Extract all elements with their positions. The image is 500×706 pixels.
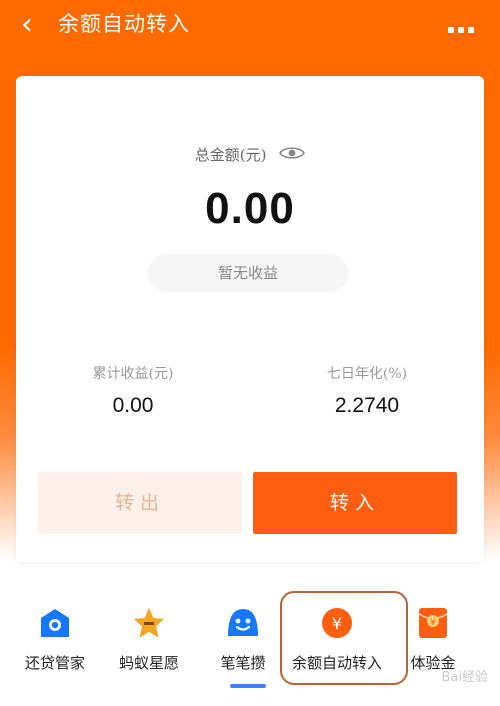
highlight-frame: [280, 591, 408, 685]
watermark: Bai经验: [441, 670, 489, 685]
page-indicator: [230, 684, 266, 688]
smile-icon: [226, 606, 260, 640]
shortcut-bar: 还贷管家 蚂蚁星愿 笔笔攒 ¥ 余额自动转入 ¥ 体验金: [0, 590, 500, 706]
transfer-out-button[interactable]: 转出: [38, 472, 242, 534]
total-amount-label: 总金额(元): [194, 146, 267, 164]
chevron-left-icon[interactable]: ‹: [12, 8, 42, 44]
house-icon: [38, 606, 72, 640]
star-icon: [132, 606, 166, 640]
transfer-in-button[interactable]: 转入: [253, 472, 457, 534]
eye-icon[interactable]: [279, 145, 306, 165]
red-envelope-icon: ¥: [416, 606, 450, 640]
more-icon[interactable]: [448, 18, 482, 33]
total-amount-label-row: 总金额(元): [16, 144, 484, 165]
seven-day-yield-value: 2.2740: [334, 394, 400, 417]
balance-card: 总金额(元) 0.00 暂无收益 累计收益(元) 0.00 七日年化(%) 2.…: [16, 76, 484, 562]
seven-day-yield-label: 七日年化(%): [326, 366, 408, 382]
svg-text:¥: ¥: [430, 618, 436, 628]
app-header: ‹ 余额自动转入: [0, 0, 500, 52]
total-amount-value: 0.00: [205, 184, 295, 233]
cumulative-earnings-label: 累计收益(元): [92, 366, 174, 382]
cumulative-earnings-value: 0.00: [112, 394, 154, 417]
no-earnings-pill: 暂无收益: [148, 254, 348, 292]
page-title: 余额自动转入: [58, 12, 190, 36]
